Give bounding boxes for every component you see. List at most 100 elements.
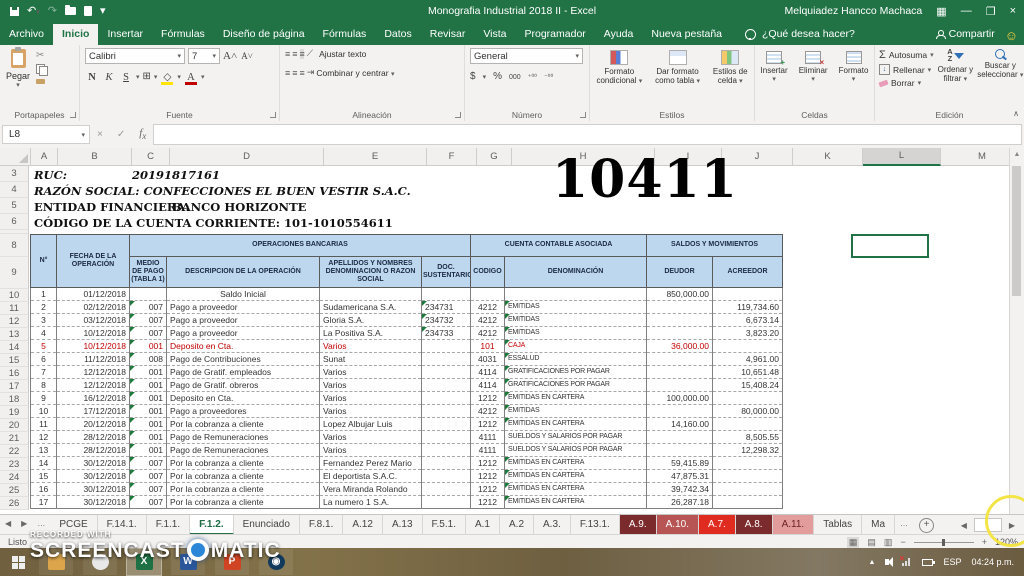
cell-codigo[interactable]: 4212 — [471, 327, 505, 340]
cell-n[interactable]: 3 — [31, 314, 57, 327]
cell-fecha[interactable]: 20/12/2018 — [57, 418, 130, 431]
taskbar-app-screen-recorder[interactable]: ◉ — [259, 549, 293, 575]
cell-nombre[interactable]: Varios — [320, 379, 422, 392]
cell-descripcion[interactable]: Por la cobranza a cliente — [167, 470, 320, 483]
cell-codigo[interactable]: 1212 — [471, 457, 505, 470]
insert-function-icon[interactable]: fx — [132, 127, 153, 141]
cell-deudor[interactable] — [647, 379, 713, 392]
cell-fecha[interactable]: 12/12/2018 — [57, 366, 130, 379]
cell-denominacion[interactable]: EMITIDAS EN CARTERA — [505, 496, 647, 509]
cell-codigo[interactable]: 4212 — [471, 301, 505, 314]
cell-medio[interactable]: 001 — [130, 444, 167, 457]
accounting-format-icon[interactable]: $ — [470, 72, 476, 82]
minimize-button[interactable]: — — [961, 5, 972, 17]
cell-fecha[interactable]: 30/12/2018 — [57, 470, 130, 483]
italic-button[interactable]: K — [102, 72, 116, 83]
cell-codigo[interactable]: 4114 — [471, 379, 505, 392]
insert-cells-button[interactable]: + Insertar▾ — [761, 51, 788, 83]
cell-descripcion[interactable]: Pago a proveedor — [167, 327, 320, 340]
cell-nombre[interactable]: Varios — [320, 340, 422, 353]
tab-overflow-icon[interactable]: … — [895, 515, 913, 535]
entidad-value[interactable]: BANCO HORIZONTE — [172, 200, 306, 214]
cell-deudor[interactable] — [647, 444, 713, 457]
indent-icon[interactable]: ⇥ — [307, 67, 314, 78]
new-document-icon[interactable] — [84, 6, 92, 16]
cell-n[interactable]: 12 — [31, 431, 57, 444]
cell-fecha[interactable]: 10/12/2018 — [57, 327, 130, 340]
worksheet-area[interactable]: ABCDEFGHIJKLM 34568910111213141516171819… — [0, 148, 1010, 514]
cell-fecha[interactable]: 30/12/2018 — [57, 496, 130, 509]
cell-denominacion[interactable]: ESSALUD — [505, 353, 647, 366]
cell-doc[interactable] — [422, 392, 471, 405]
cell-deudor[interactable]: 14,160.00 — [647, 418, 713, 431]
cell-codigo[interactable]: 4111 — [471, 431, 505, 444]
cell-doc[interactable] — [422, 418, 471, 431]
cell-nombre[interactable]: Varios — [320, 405, 422, 418]
cell-codigo[interactable]: 1212 — [471, 483, 505, 496]
cell-codigo[interactable]: 4212 — [471, 314, 505, 327]
cell-doc[interactable] — [422, 340, 471, 353]
column-header-E[interactable]: E — [324, 148, 427, 166]
comma-style-icon[interactable]: 000 — [509, 74, 521, 81]
cell-fecha[interactable]: 01/12/2018 — [57, 288, 130, 301]
sheet-tab-Ma[interactable]: Ma — [862, 515, 895, 535]
cell-fecha[interactable]: 30/12/2018 — [57, 457, 130, 470]
row-header-11[interactable]: 11 — [0, 302, 29, 315]
align-left-icon[interactable]: ≡ — [285, 68, 289, 78]
zoom-in-icon[interactable]: + — [982, 537, 987, 547]
cell-acreedor[interactable]: 3,823.20 — [713, 327, 783, 340]
cell-denominacion[interactable]: EMITIDAS — [505, 314, 647, 327]
sheet-tab-PCGE[interactable]: PCGE — [50, 515, 97, 535]
ribbon-tab-ayuda-10[interactable]: Ayuda — [595, 24, 643, 45]
column-header-D[interactable]: D — [170, 148, 324, 166]
align-right-icon[interactable]: ≡ — [300, 68, 304, 78]
font-name-combo[interactable]: Calibri▾ — [85, 48, 185, 64]
cell-fecha[interactable]: 16/12/2018 — [57, 392, 130, 405]
sheet-tab-A-9-[interactable]: A.9. — [620, 515, 657, 535]
cell-acreedor[interactable] — [713, 340, 783, 353]
cell-acreedor[interactable]: 6,673.14 — [713, 314, 783, 327]
name-box[interactable]: L8▾ — [2, 125, 90, 144]
row-header-3[interactable]: 3 — [0, 166, 29, 182]
cell-codigo[interactable]: 1212 — [471, 496, 505, 509]
cell-acreedor[interactable]: 8,505.55 — [713, 431, 783, 444]
row-header-22[interactable]: 22 — [0, 445, 29, 458]
enter-icon[interactable]: ✓ — [110, 129, 132, 140]
row-header-4[interactable]: 4 — [0, 182, 29, 198]
cell-deudor[interactable]: 100,000.00 — [647, 392, 713, 405]
cell-nombre[interactable] — [320, 288, 422, 301]
cell-medio[interactable]: 001 — [130, 431, 167, 444]
ribbon-tab-insertar-2[interactable]: Insertar — [98, 24, 152, 45]
cell-n[interactable]: 17 — [31, 496, 57, 509]
cell-nombre[interactable]: Gloria S.A. — [320, 314, 422, 327]
align-top-icon[interactable]: ≡ — [285, 49, 289, 59]
format-painter-icon[interactable] — [36, 79, 45, 84]
save-icon[interactable] — [10, 7, 19, 16]
ribbon-tab-inicio-1[interactable]: Inicio — [53, 24, 98, 45]
font-size-combo[interactable]: 7▾ — [188, 48, 220, 64]
entidad-label[interactable]: ENTIDAD FINANCIERA: — [34, 200, 190, 214]
cell-codigo[interactable]: 4111 — [471, 444, 505, 457]
align-bottom-icon[interactable]: ≡ — [300, 49, 304, 59]
cell-descripcion[interactable]: Pago de Remuneraciones — [167, 431, 320, 444]
cell-doc[interactable] — [422, 496, 471, 509]
cell-doc[interactable] — [422, 431, 471, 444]
cell-descripcion[interactable]: Pago de Gratif. obreros — [167, 379, 320, 392]
fill-button[interactable]: ↓Rellenar▾ — [879, 64, 934, 75]
align-center-icon[interactable]: ≡ — [292, 68, 296, 78]
cell-fecha[interactable]: 02/12/2018 — [57, 301, 130, 314]
cell-nombre[interactable]: Varios — [320, 392, 422, 405]
cell-descripcion[interactable]: Pago a proveedores — [167, 405, 320, 418]
sheet-tab-A-8-[interactable]: A.8. — [736, 515, 773, 535]
column-header-B[interactable]: B — [58, 148, 132, 166]
cell-n[interactable]: 2 — [31, 301, 57, 314]
sheet-tab-A-10-[interactable]: A.10. — [657, 515, 699, 535]
cell-descripcion[interactable]: Pago a proveedor — [167, 314, 320, 327]
cancel-icon[interactable]: × — [90, 129, 110, 140]
row-header-17[interactable]: 17 — [0, 380, 29, 393]
cell-nombre[interactable]: Varios — [320, 444, 422, 457]
formula-input[interactable] — [153, 124, 1022, 145]
cell-codigo[interactable]: 4031 — [471, 353, 505, 366]
horizontal-scroll-thumb[interactable] — [974, 518, 1002, 532]
ruc-label[interactable]: RUC: — [34, 168, 67, 182]
